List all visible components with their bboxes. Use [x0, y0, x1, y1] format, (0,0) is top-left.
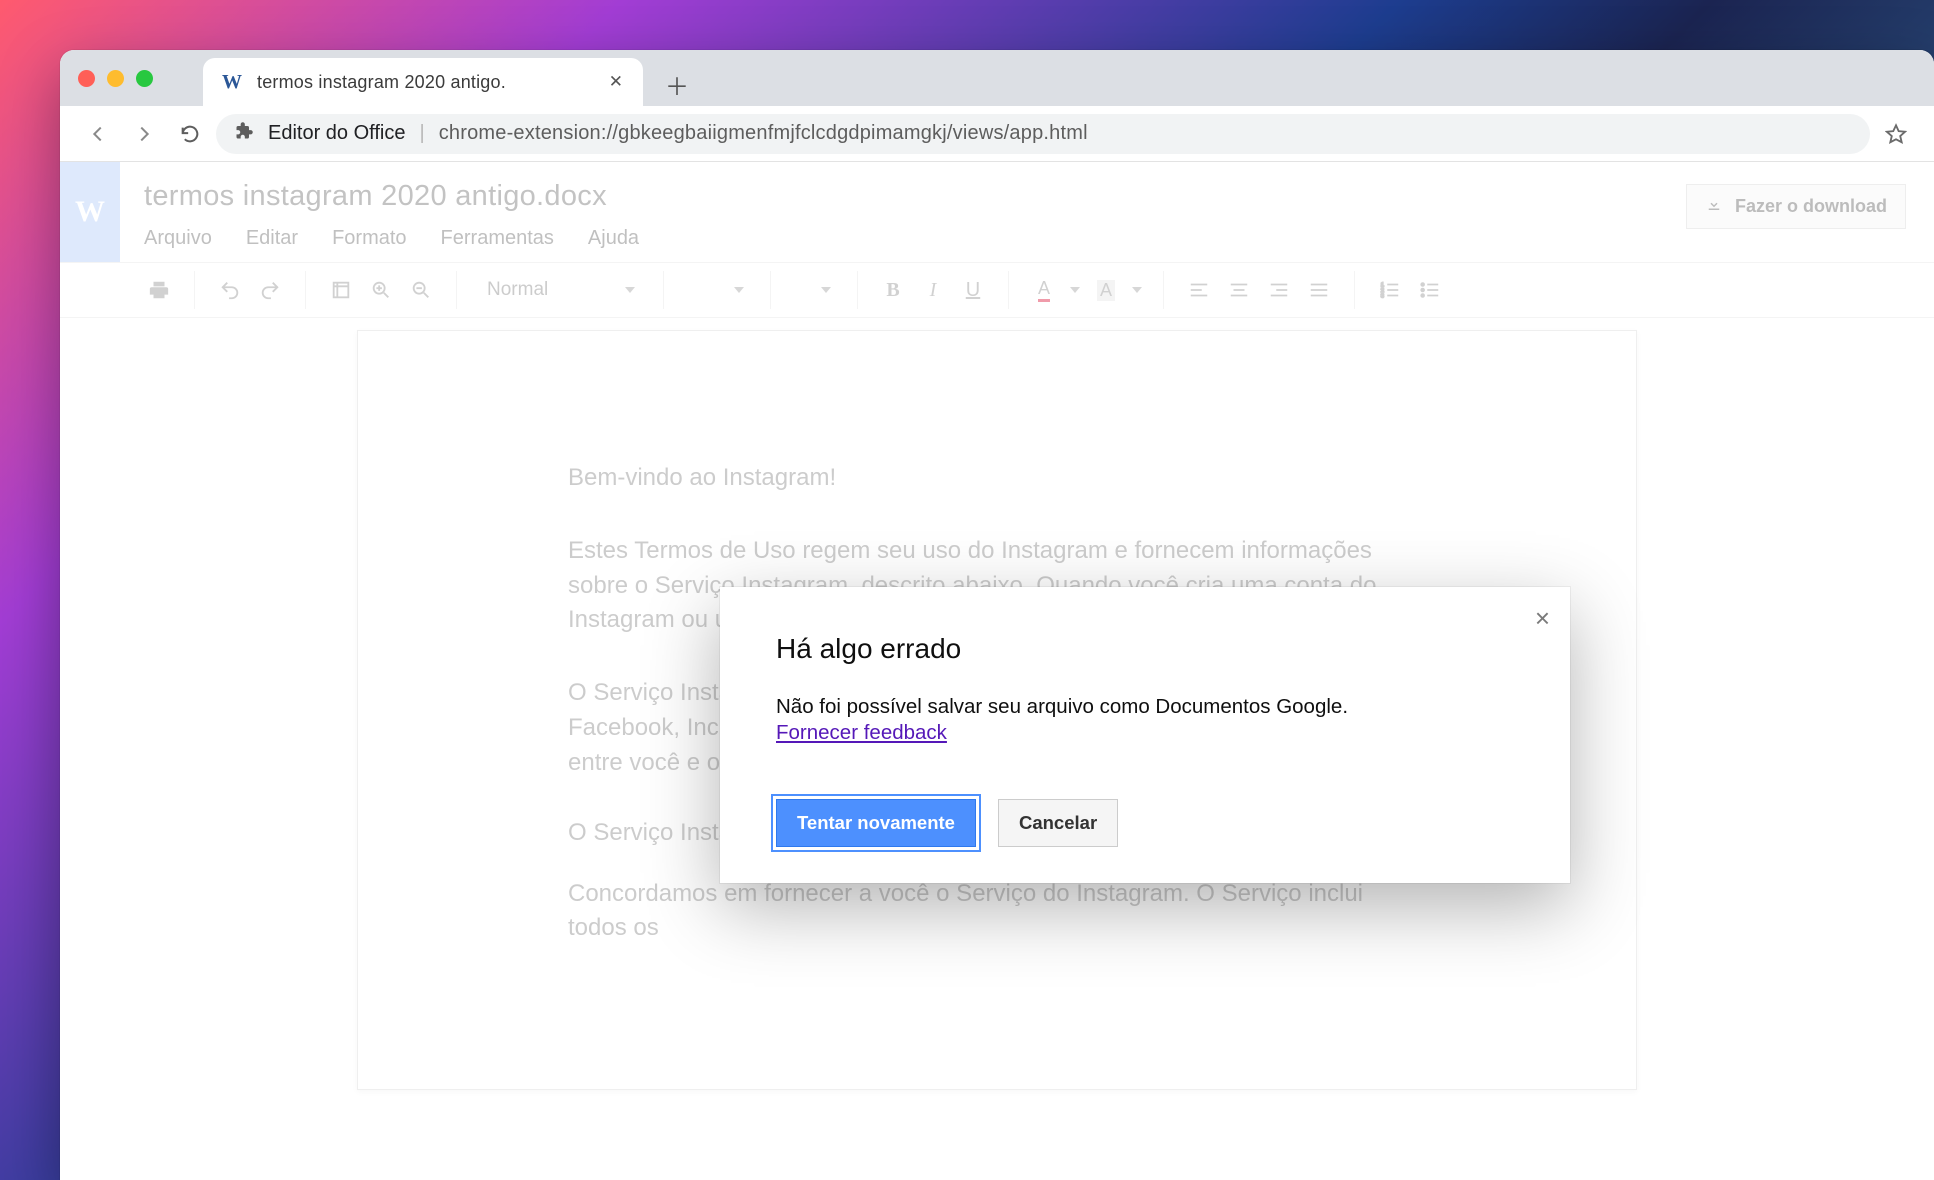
nav-back-button[interactable] [78, 114, 118, 154]
menu-tools[interactable]: Ferramentas [441, 227, 554, 250]
menubar: Arquivo Editar Formato Ferramentas Ajuda [144, 227, 1686, 250]
chevron-down-icon [1132, 287, 1142, 293]
tab-strip: W termos instagram 2020 antigo. ✕ ＋ [60, 50, 1934, 106]
nav-reload-button[interactable] [170, 114, 210, 154]
align-center-button[interactable] [1222, 273, 1256, 307]
new-tab-button[interactable]: ＋ [655, 62, 699, 106]
highlight-more[interactable] [1129, 273, 1145, 307]
cancel-button[interactable]: Cancelar [998, 799, 1118, 847]
extension-icon [234, 121, 254, 147]
address-url: chrome-extension://gbkeegbaiigmenfmjfclc… [439, 122, 1088, 145]
formatting-toolbar: Normal B I U A A [60, 262, 1934, 318]
text-color-button[interactable]: A [1027, 273, 1061, 307]
address-separator: | [419, 122, 424, 145]
bookmark-star-button[interactable] [1876, 123, 1916, 145]
toolbar-row: Editor do Office | chrome-extension://gb… [60, 106, 1934, 162]
download-label: Fazer o download [1735, 196, 1887, 217]
redo-button[interactable] [253, 273, 287, 307]
bold-button[interactable]: B [876, 273, 910, 307]
menu-help[interactable]: Ajuda [588, 227, 639, 250]
maximize-window-button[interactable] [136, 70, 153, 87]
italic-button[interactable]: I [916, 273, 950, 307]
retry-button[interactable]: Tentar novamente [776, 799, 976, 847]
numbered-list-button[interactable]: 123 [1373, 273, 1407, 307]
doc-paragraph: Concordamos em fornecer a você o Serviço… [568, 877, 1426, 947]
align-right-button[interactable] [1262, 273, 1296, 307]
underline-button[interactable]: U [956, 273, 990, 307]
menu-edit[interactable]: Editar [246, 227, 298, 250]
doc-paragraph: Bem-vindo ao Instagram! [568, 461, 1426, 496]
print-button[interactable] [142, 273, 176, 307]
text-color-more[interactable] [1067, 273, 1083, 307]
bulleted-list-button[interactable] [1413, 273, 1447, 307]
highlight-button[interactable]: A [1089, 273, 1123, 307]
align-left-button[interactable] [1182, 273, 1216, 307]
error-dialog: × Há algo errado Não foi possível salvar… [720, 587, 1570, 883]
fit-button[interactable] [324, 273, 358, 307]
dialog-actions: Tentar novamente Cancelar [776, 799, 1514, 847]
chevron-down-icon [821, 287, 831, 293]
download-button[interactable]: Fazer o download [1686, 184, 1906, 229]
paragraph-style-label: Normal [487, 279, 548, 301]
address-label: Editor do Office [268, 122, 405, 145]
minimize-window-button[interactable] [107, 70, 124, 87]
doc-header: W termos instagram 2020 antigo.docx Arqu… [60, 162, 1934, 262]
chevron-down-icon [625, 287, 635, 293]
svg-text:3: 3 [1381, 293, 1384, 299]
tab-favicon: W [221, 71, 243, 93]
paragraph-style-dropdown[interactable]: Normal [475, 273, 645, 307]
address-bar[interactable]: Editor do Office | chrome-extension://gb… [216, 114, 1870, 154]
app-logo: W [60, 162, 120, 262]
dialog-feedback-link[interactable]: Fornecer feedback [776, 721, 947, 744]
doc-title[interactable]: termos instagram 2020 antigo.docx [144, 180, 1686, 213]
close-window-button[interactable] [78, 70, 95, 87]
window-controls [78, 50, 203, 106]
nav-forward-button[interactable] [124, 114, 164, 154]
menu-format[interactable]: Formato [332, 227, 406, 250]
chevron-down-icon [734, 287, 744, 293]
download-icon [1705, 195, 1723, 218]
zoom-in-button[interactable] [364, 273, 398, 307]
tab-close-button[interactable]: ✕ [605, 68, 627, 96]
dialog-message: Não foi possível salvar seu arquivo como… [776, 693, 1514, 721]
dialog-close-button[interactable]: × [1535, 603, 1550, 634]
browser-tab[interactable]: W termos instagram 2020 antigo. ✕ [203, 58, 643, 106]
font-family-dropdown[interactable] [682, 273, 752, 307]
zoom-out-button[interactable] [404, 273, 438, 307]
undo-button[interactable] [213, 273, 247, 307]
align-justify-button[interactable] [1302, 273, 1336, 307]
tab-title: termos instagram 2020 antigo. [257, 72, 591, 93]
chevron-down-icon [1070, 287, 1080, 293]
browser-window: W termos instagram 2020 antigo. ✕ ＋ Edit… [60, 50, 1934, 1180]
dialog-title: Há algo errado [776, 633, 1514, 665]
font-size-dropdown[interactable] [789, 273, 839, 307]
menu-file[interactable]: Arquivo [144, 227, 212, 250]
app-area: W termos instagram 2020 antigo.docx Arqu… [60, 162, 1934, 1180]
